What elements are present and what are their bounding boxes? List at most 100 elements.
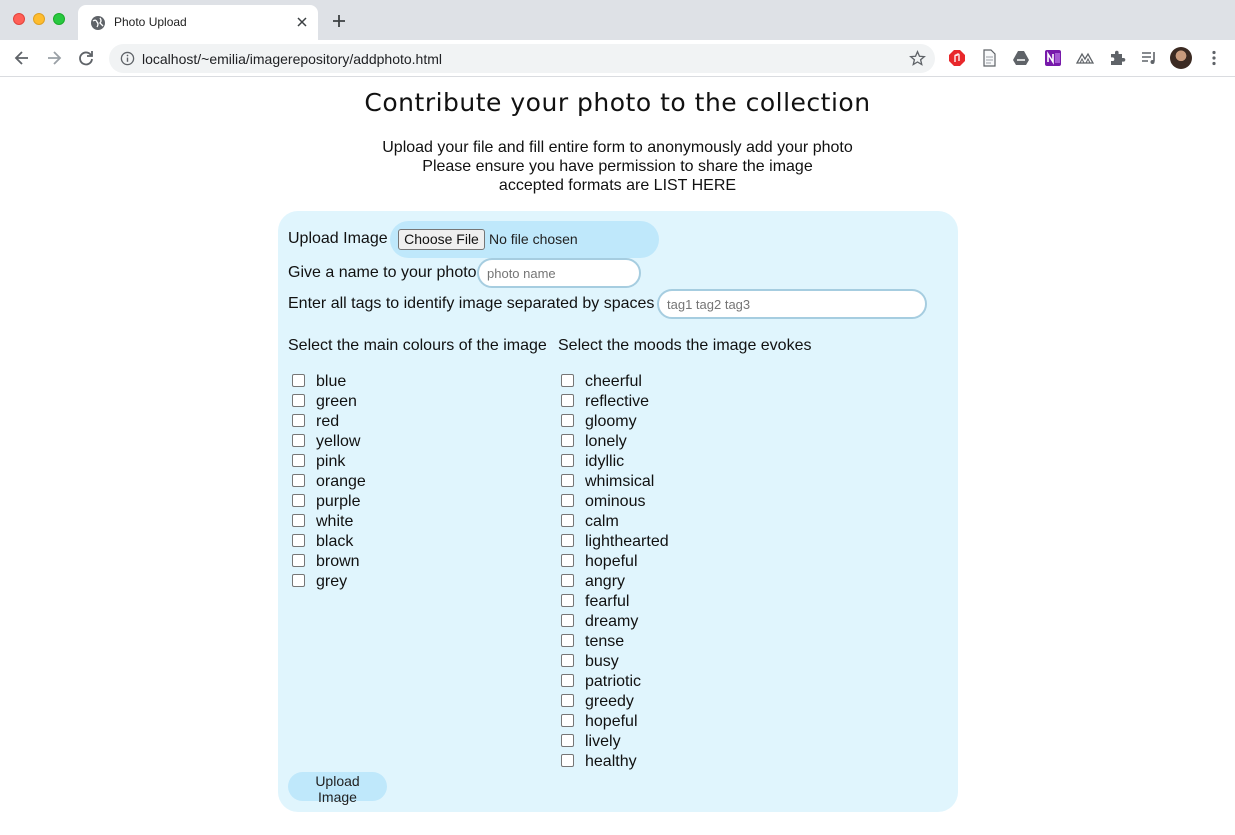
back-arrow-icon[interactable] — [13, 49, 31, 67]
mood-checkbox-label[interactable]: whimsical — [585, 473, 654, 491]
mood-checkbox[interactable] — [561, 574, 574, 587]
intro-line: accepted formats are LIST HERE — [498, 177, 737, 194]
mood-checkbox-label[interactable]: gloomy — [585, 413, 637, 431]
colour-checkbox-label[interactable]: purple — [316, 493, 360, 511]
mood-checkbox[interactable] — [561, 674, 574, 687]
info-icon[interactable] — [120, 51, 135, 66]
window-zoom-button[interactable] — [53, 13, 65, 25]
mood-checkbox[interactable] — [561, 654, 574, 667]
puzzle-extensions-icon[interactable] — [1108, 49, 1126, 67]
new-tab-plus-icon[interactable] — [331, 13, 347, 29]
onenote-extension-icon[interactable] — [1044, 49, 1062, 67]
mood-checkbox[interactable] — [561, 694, 574, 707]
mood-checkbox[interactable] — [561, 734, 574, 747]
mountains-extension-icon[interactable] — [1076, 49, 1094, 67]
menu-kebab-icon[interactable] — [1205, 49, 1223, 67]
colour-checkbox[interactable] — [292, 514, 305, 527]
mood-checkbox[interactable] — [561, 414, 574, 427]
mood-checkbox[interactable] — [561, 374, 574, 387]
document-extension-icon[interactable] — [980, 49, 998, 67]
address-bar[interactable]: localhost/~emilia/imagerepository/addpho… — [109, 44, 935, 73]
mood-checkbox-label[interactable]: hopeful — [585, 553, 638, 571]
mood-checkbox[interactable] — [561, 514, 574, 527]
bookmark-star-icon[interactable] — [909, 50, 926, 67]
intro-line: Please ensure you have permission to sha… — [422, 158, 813, 175]
browser-toolbar: localhost/~emilia/imagerepository/addpho… — [0, 40, 1235, 77]
colour-checkbox-label[interactable]: green — [316, 393, 357, 411]
intro-line: Upload your file and fill entire form to… — [382, 139, 853, 156]
colour-checkbox[interactable] — [292, 414, 305, 427]
colour-checkbox-label[interactable]: black — [316, 533, 353, 551]
colour-checkbox[interactable] — [292, 574, 305, 587]
mood-checkbox[interactable] — [561, 394, 574, 407]
colour-checkbox-label[interactable]: pink — [316, 453, 345, 471]
upload-image-button[interactable]: Upload Image — [288, 772, 387, 805]
mood-checkbox-label[interactable]: lively — [585, 733, 621, 751]
moods-heading: Select the moods the image evokes — [558, 337, 812, 354]
photo-name-input[interactable] — [477, 258, 641, 288]
colour-checkbox[interactable] — [292, 534, 305, 547]
reload-icon[interactable] — [77, 49, 95, 67]
browser-tab-photo-upload[interactable]: Photo Upload — [78, 5, 318, 40]
choose-file-button[interactable]: Choose File — [398, 229, 485, 250]
colour-checkbox-label[interactable]: brown — [316, 553, 360, 571]
globe-icon — [91, 16, 105, 30]
mood-checkbox-label[interactable]: greedy — [585, 693, 634, 711]
mood-checkbox-label[interactable]: calm — [585, 513, 619, 531]
mood-checkbox[interactable] — [561, 454, 574, 467]
mood-checkbox[interactable] — [561, 754, 574, 767]
page-title: Contribute your photo to the collection — [364, 88, 871, 117]
mood-checkbox-label[interactable]: lighthearted — [585, 533, 669, 551]
forward-arrow-icon[interactable] — [45, 49, 63, 67]
colour-checkbox-label[interactable]: yellow — [316, 433, 360, 451]
mood-checkbox[interactable] — [561, 554, 574, 567]
colour-checkbox[interactable] — [292, 494, 305, 507]
mood-checkbox-label[interactable]: lonely — [585, 433, 627, 451]
mood-checkbox-label[interactable]: reflective — [585, 393, 649, 411]
colour-checkbox[interactable] — [292, 474, 305, 487]
colour-checkbox[interactable] — [292, 374, 305, 387]
mood-checkbox-label[interactable]: patriotic — [585, 673, 641, 691]
colour-checkbox[interactable] — [292, 434, 305, 447]
tags-input[interactable] — [657, 289, 927, 319]
colour-checkbox-label[interactable]: orange — [316, 473, 366, 491]
mood-checkbox[interactable] — [561, 614, 574, 627]
reading-list-icon[interactable] — [1140, 49, 1158, 67]
mood-checkbox-label[interactable]: healthy — [585, 753, 637, 771]
profile-avatar[interactable] — [1170, 47, 1192, 69]
tab-title: Photo Upload — [114, 15, 187, 29]
mood-checkbox[interactable] — [561, 634, 574, 647]
mood-checkbox-label[interactable]: dreamy — [585, 613, 638, 631]
colour-checkbox[interactable] — [292, 394, 305, 407]
tags-label: Enter all tags to identify image separat… — [288, 295, 655, 312]
colour-checkbox[interactable] — [292, 454, 305, 467]
mood-checkbox[interactable] — [561, 434, 574, 447]
colour-checkbox-label[interactable]: red — [316, 413, 339, 431]
adblock-extension-icon[interactable] — [948, 49, 966, 67]
mood-checkbox-label[interactable]: angry — [585, 573, 625, 591]
colour-checkbox-label[interactable]: blue — [316, 373, 346, 391]
mood-checkbox-label[interactable]: hopeful — [585, 713, 638, 731]
window-minimize-button[interactable] — [33, 13, 45, 25]
file-status-text: No file chosen — [489, 231, 578, 247]
colour-checkbox[interactable] — [292, 554, 305, 567]
mood-checkbox[interactable] — [561, 714, 574, 727]
mood-checkbox[interactable] — [561, 474, 574, 487]
colour-checkbox-label[interactable]: grey — [316, 573, 347, 591]
window-close-button[interactable] — [13, 13, 25, 25]
mood-checkbox-label[interactable]: idyllic — [585, 453, 624, 471]
drive-extension-icon[interactable] — [1012, 49, 1030, 67]
mood-checkbox[interactable] — [561, 494, 574, 507]
photo-name-label: Give a name to your photo — [288, 264, 477, 281]
mood-checkbox[interactable] — [561, 534, 574, 547]
mood-checkbox-label[interactable]: fearful — [585, 593, 629, 611]
mood-checkbox-label[interactable]: busy — [585, 653, 619, 671]
close-icon[interactable] — [294, 14, 310, 30]
mood-checkbox[interactable] — [561, 594, 574, 607]
url-text[interactable]: localhost/~emilia/imagerepository/addpho… — [142, 51, 442, 67]
mood-checkbox-label[interactable]: tense — [585, 633, 624, 651]
upload-image-label: Upload Image — [288, 230, 388, 247]
colour-checkbox-label[interactable]: white — [316, 513, 353, 531]
mood-checkbox-label[interactable]: cheerful — [585, 373, 642, 391]
mood-checkbox-label[interactable]: ominous — [585, 493, 645, 511]
